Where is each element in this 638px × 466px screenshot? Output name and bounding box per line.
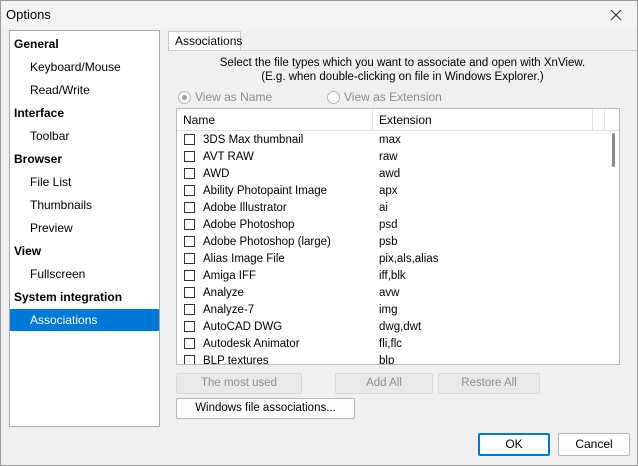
row-checkbox[interactable] [184, 321, 195, 332]
row-extension: avw [379, 287, 400, 299]
tree-item-thumbnails[interactable]: Thumbnails [10, 194, 159, 216]
row-name: AVT RAW [203, 151, 254, 163]
tree-item-file-list[interactable]: File List [10, 171, 159, 193]
tree-item-associations[interactable]: Associations [10, 309, 159, 331]
description-line-1: Select the file types which you want to … [219, 57, 586, 69]
list-row[interactable]: BLP textures blp [177, 353, 607, 365]
row-name: Autodesk Animator [203, 338, 300, 350]
row-checkbox[interactable] [184, 168, 195, 179]
tree-item-general[interactable]: General [10, 33, 159, 55]
scrollbar-thumb[interactable] [612, 133, 615, 167]
row-name: 3DS Max thumbnail [203, 134, 304, 146]
row-checkbox[interactable] [184, 253, 195, 264]
list-scrollbar[interactable] [607, 131, 619, 364]
row-extension: psb [379, 236, 398, 248]
tree-item-view[interactable]: View [10, 240, 159, 262]
row-checkbox[interactable] [184, 202, 195, 213]
row-name: Adobe Photoshop (large) [203, 236, 331, 248]
row-checkbox[interactable] [184, 219, 195, 230]
row-extension: dwg,dwt [379, 321, 422, 333]
ok-button[interactable]: OK [478, 433, 550, 456]
list-row[interactable]: AWD awd [177, 166, 607, 183]
row-name: Analyze-7 [203, 304, 255, 316]
row-extension: apx [379, 185, 398, 197]
row-checkbox[interactable] [184, 236, 195, 247]
row-name: Analyze [203, 287, 244, 299]
view-as-name-label: View as Name [195, 90, 273, 104]
row-name: BLP textures [203, 355, 269, 365]
close-icon [610, 9, 622, 21]
list-row[interactable]: Autodesk Animator fli,flc [177, 336, 607, 353]
list-row[interactable]: Analyze avw [177, 285, 607, 302]
tab-associations[interactable]: Associations [168, 31, 242, 51]
list-row[interactable]: AutoCAD DWG dwg,dwt [177, 319, 607, 336]
list-row[interactable]: AVT RAW raw [177, 149, 607, 166]
column-header-name[interactable]: Name [177, 109, 373, 131]
view-as-name-radio[interactable]: View as Name [178, 90, 272, 104]
column-header-filler [593, 109, 605, 131]
row-extension: pix,als,alias [379, 253, 439, 265]
row-extension: awd [379, 168, 401, 180]
row-checkbox[interactable] [184, 355, 195, 364]
view-as-extension-label: View as Extension [344, 90, 442, 104]
view-as-extension-radio[interactable]: View as Extension [327, 90, 442, 104]
row-name: Alias Image File [203, 253, 285, 265]
row-checkbox[interactable] [184, 304, 195, 315]
row-extension: ai [379, 202, 388, 214]
row-extension: psd [379, 219, 398, 231]
radio-indicator [327, 90, 340, 104]
tree-item-browser[interactable]: Browser [10, 148, 159, 170]
row-extension: blp [379, 355, 395, 365]
window-title: Options [6, 7, 51, 22]
list-row[interactable]: Adobe Illustrator ai [177, 200, 607, 217]
add-all-button[interactable]: Add All [335, 373, 433, 394]
row-checkbox[interactable] [184, 185, 195, 196]
row-name: Adobe Illustrator [203, 202, 287, 214]
list-row[interactable]: Ability Photopaint Image apx [177, 183, 607, 200]
row-extension: max [379, 134, 401, 146]
row-name: Amiga IFF [203, 270, 257, 282]
list-row[interactable]: Adobe Photoshop (large) psb [177, 234, 607, 251]
list-row[interactable]: Adobe Photoshop psd [177, 217, 607, 234]
category-tree[interactable]: General Keyboard/Mouse Read/Write Interface… [9, 30, 160, 427]
file-type-list[interactable]: Name Extension 3DS Max thumbnail max AVT R… [176, 108, 620, 365]
most-used-button[interactable]: The most used [176, 373, 302, 394]
list-row[interactable]: Amiga IFF iff,blk [177, 268, 607, 285]
tree-item-interface[interactable]: Interface [10, 102, 159, 124]
tree-item-read-write[interactable]: Read/Write [10, 79, 159, 101]
row-extension: img [379, 304, 398, 316]
row-checkbox[interactable] [184, 270, 195, 281]
list-row[interactable]: Alias Image File pix,als,alias [177, 251, 607, 268]
restore-all-button[interactable]: Restore All [438, 373, 540, 394]
windows-file-associations-button[interactable]: Windows file associations... [176, 398, 355, 419]
row-extension: fli,flc [379, 338, 402, 350]
description: Select the file types which you want to … [168, 56, 637, 84]
tree-item-keyboard-mouse[interactable]: Keyboard/Mouse [10, 56, 159, 78]
row-checkbox[interactable] [184, 338, 195, 349]
options-dialog: Options General Keyboard/Mouse Read/Write I… [0, 0, 638, 466]
row-extension: raw [379, 151, 398, 163]
tree-item-fullscreen[interactable]: Fullscreen [10, 263, 159, 285]
row-checkbox[interactable] [184, 151, 195, 162]
description-line-2: (E.g. when double-clicking on file in Wi… [261, 71, 544, 83]
row-checkbox[interactable] [184, 287, 195, 298]
row-name: Ability Photopaint Image [203, 185, 328, 197]
list-row[interactable]: Analyze-7 img [177, 302, 607, 319]
row-checkbox[interactable] [184, 134, 195, 145]
tree-item-preview[interactable]: Preview [10, 217, 159, 239]
row-name: AutoCAD DWG [203, 321, 283, 333]
column-header-extension[interactable]: Extension [373, 109, 593, 131]
row-name: Adobe Photoshop [203, 219, 295, 231]
row-name: AWD [203, 168, 230, 180]
row-extension: iff,blk [379, 270, 406, 282]
title-bar: Options [1, 1, 637, 29]
radio-indicator [178, 90, 191, 104]
tree-item-toolbar[interactable]: Toolbar [10, 125, 159, 147]
cancel-button[interactable]: Cancel [558, 433, 630, 456]
list-row[interactable]: 3DS Max thumbnail max [177, 132, 607, 149]
close-button[interactable] [603, 5, 629, 25]
tree-item-system-integration[interactable]: System integration [10, 286, 159, 308]
list-header: Name Extension [177, 109, 619, 131]
